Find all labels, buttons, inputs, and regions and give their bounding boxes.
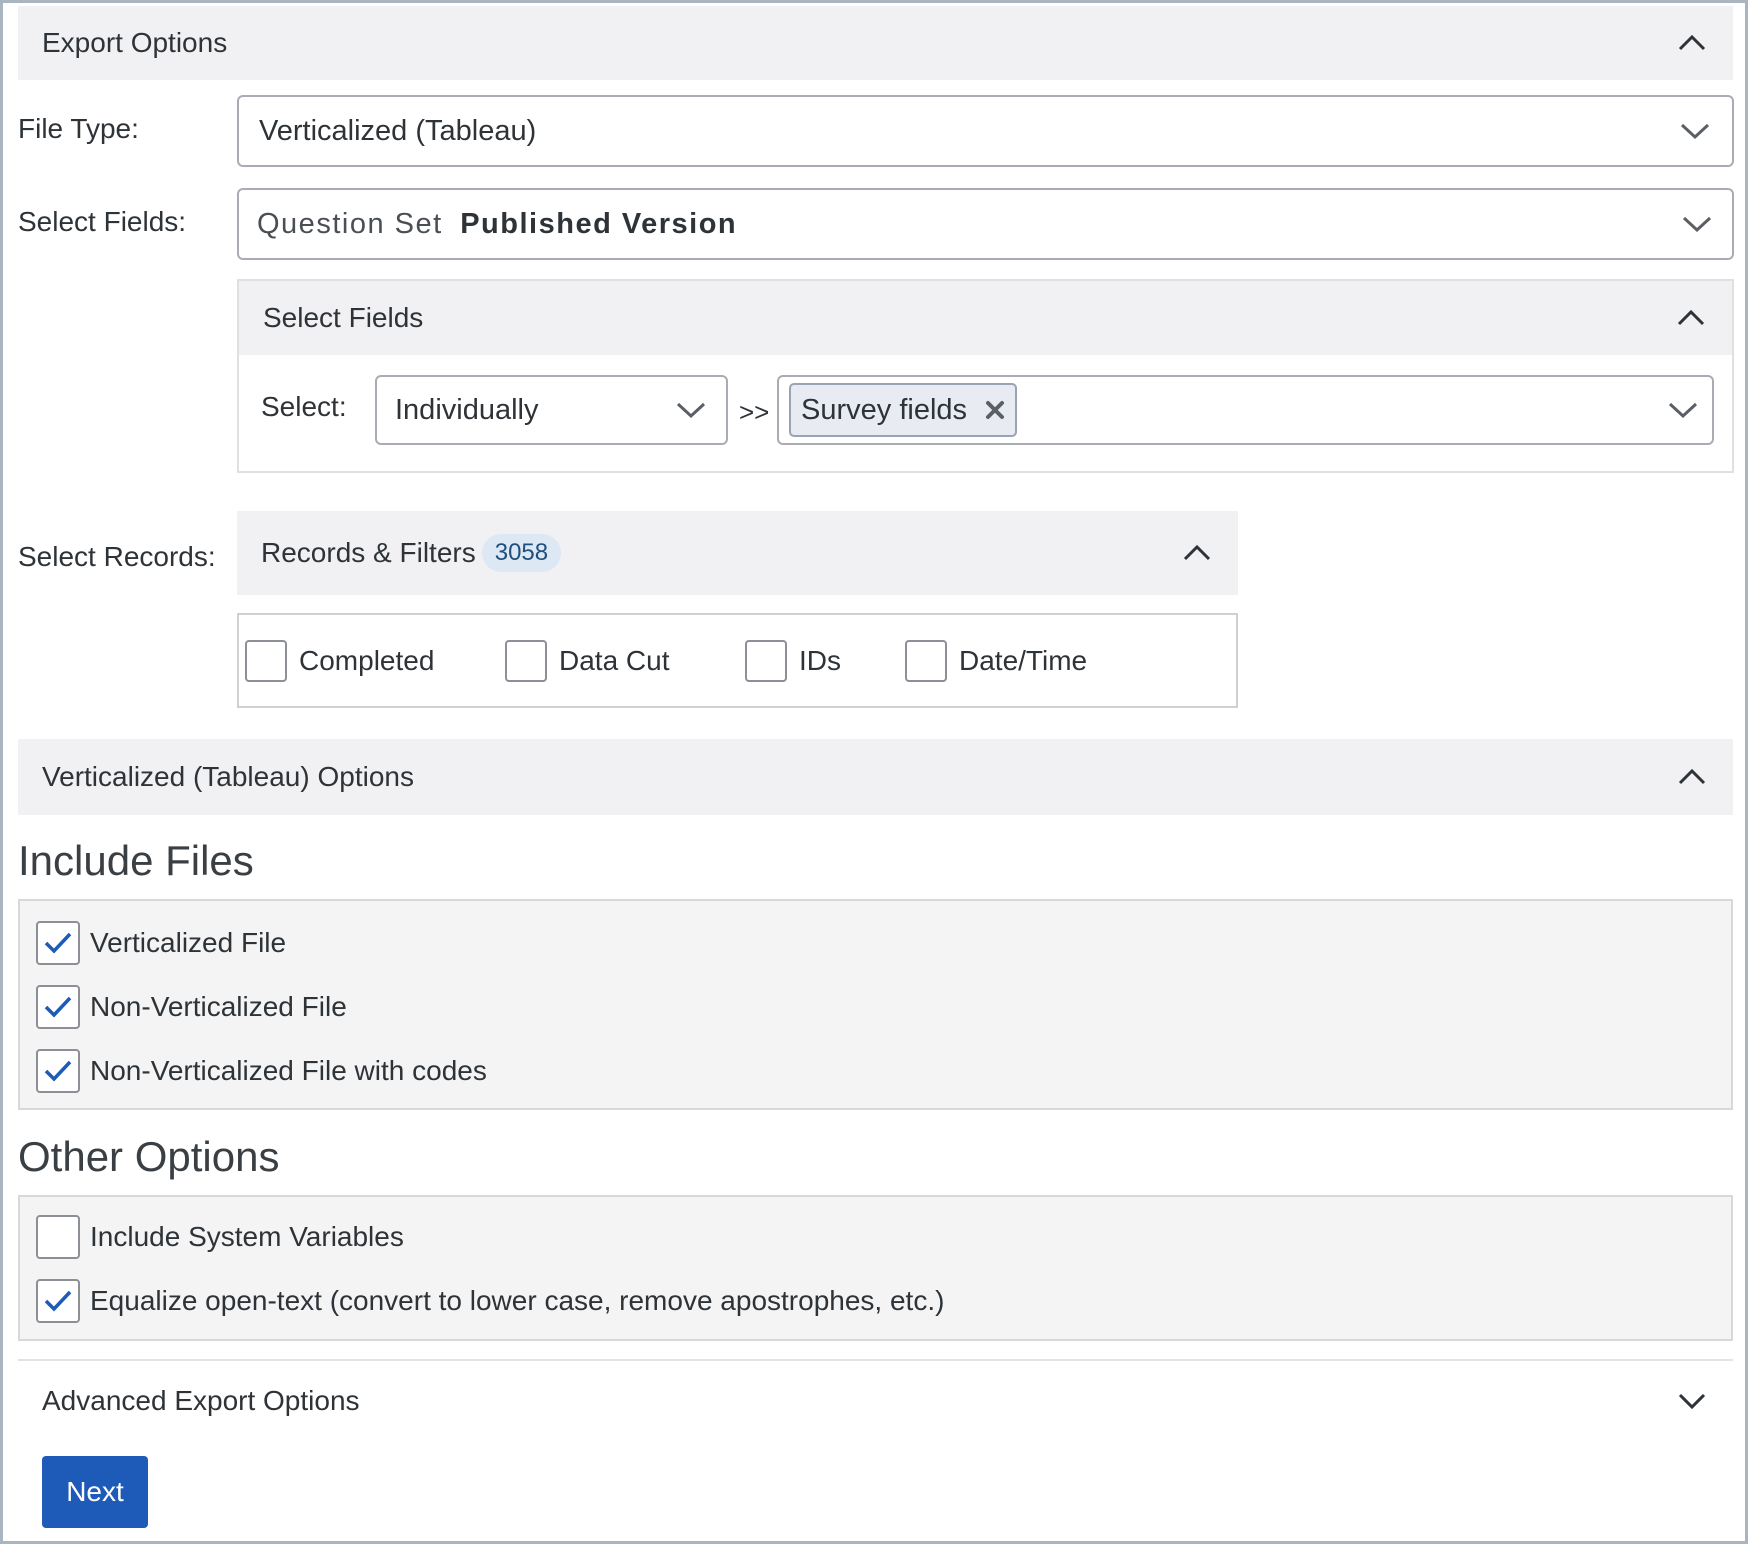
select-records-label: Select Records: bbox=[18, 541, 216, 572]
select-mode-dropdown[interactable]: Individually bbox=[375, 375, 728, 445]
advanced-options-header[interactable]: Advanced Export Options bbox=[18, 1363, 1733, 1439]
chevron-up-icon[interactable] bbox=[1674, 307, 1708, 329]
select-fields-panel-title: Select Fields bbox=[263, 302, 424, 333]
filter-date-time[interactable]: Date/Time bbox=[905, 640, 1087, 682]
filter-completed[interactable]: Completed bbox=[245, 640, 434, 682]
checkbox[interactable] bbox=[905, 640, 947, 682]
filter-completed-label: Completed bbox=[299, 645, 435, 676]
chevron-down-icon bbox=[674, 399, 708, 421]
other-options-heading: Other Options bbox=[18, 1133, 280, 1180]
include-files-box: Verticalized File Non-Verticalized File … bbox=[18, 899, 1733, 1110]
non-verticalized-codes-option[interactable]: Non-Verticalized File with codes bbox=[36, 1049, 487, 1093]
survey-fields-tag: Survey fields bbox=[789, 383, 1018, 437]
other-options-box: Include System Variables Equalize open-t… bbox=[18, 1195, 1733, 1341]
filter-data-cut[interactable]: Data Cut bbox=[505, 640, 670, 682]
non-verticalized-codes-label: Non-Verticalized File with codes bbox=[90, 1055, 487, 1086]
chevron-up-icon[interactable] bbox=[1675, 32, 1709, 54]
remove-tag-icon[interactable] bbox=[985, 400, 1005, 420]
select-fields-label: Select Fields: bbox=[18, 206, 187, 237]
non-verticalized-file-option[interactable]: Non-Verticalized File bbox=[36, 985, 347, 1029]
check-icon bbox=[44, 996, 72, 1018]
equalize-open-text-option[interactable]: Equalize open-text (convert to lower cas… bbox=[36, 1279, 944, 1323]
checkbox[interactable] bbox=[505, 640, 547, 682]
select-fields-panel: Select Fields Select: Individually >> Su… bbox=[237, 279, 1734, 473]
checkbox[interactable] bbox=[245, 640, 287, 682]
tableau-options-title: Verticalized (Tableau) Options bbox=[42, 761, 414, 792]
checkbox[interactable] bbox=[745, 640, 787, 682]
filter-date-time-label: Date/Time bbox=[959, 645, 1088, 676]
chevron-down-icon[interactable] bbox=[1675, 1390, 1709, 1412]
checkbox[interactable] bbox=[36, 1215, 80, 1259]
records-filters-title: Records & Filters bbox=[261, 537, 476, 568]
check-icon bbox=[44, 932, 72, 954]
file-type-value: Verticalized (Tableau) bbox=[259, 114, 537, 147]
survey-fields-tag-label: Survey fields bbox=[801, 393, 968, 426]
tableau-options-header[interactable]: Verticalized (Tableau) Options bbox=[18, 739, 1733, 815]
next-button[interactable]: Next bbox=[42, 1456, 148, 1528]
checkbox-checked[interactable] bbox=[36, 921, 80, 965]
chevron-up-icon[interactable] bbox=[1180, 542, 1214, 564]
file-type-select[interactable]: Verticalized (Tableau) bbox=[237, 95, 1734, 167]
export-options-header[interactable]: Export Options bbox=[18, 6, 1733, 80]
system-variables-option[interactable]: Include System Variables bbox=[36, 1215, 404, 1259]
filter-ids[interactable]: IDs bbox=[745, 640, 841, 682]
fields-multiselect[interactable]: Survey fields bbox=[777, 375, 1714, 445]
divider bbox=[18, 1359, 1733, 1361]
select-label: Select: bbox=[261, 391, 347, 422]
chevron-up-icon[interactable] bbox=[1675, 766, 1709, 788]
records-count-badge: 3058 bbox=[481, 534, 562, 572]
verticalized-file-option[interactable]: Verticalized File bbox=[36, 921, 286, 965]
check-icon bbox=[44, 1290, 72, 1312]
export-options-title: Export Options bbox=[42, 27, 228, 58]
verticalized-file-label: Verticalized File bbox=[90, 927, 287, 958]
select-fields-select[interactable]: Question Set Published Version bbox=[237, 188, 1734, 260]
system-variables-label: Include System Variables bbox=[90, 1221, 404, 1252]
include-files-heading: Include Files bbox=[18, 837, 254, 884]
chevron-down-icon bbox=[1678, 120, 1712, 142]
check-icon bbox=[44, 1060, 72, 1082]
equalize-open-text-label: Equalize open-text (convert to lower cas… bbox=[90, 1285, 945, 1316]
checkbox-checked[interactable] bbox=[36, 1049, 80, 1093]
arrow-separator: >> bbox=[739, 397, 770, 427]
checkbox-checked[interactable] bbox=[36, 1279, 80, 1323]
select-fields-panel-header[interactable]: Select Fields bbox=[239, 281, 1732, 355]
checkbox-checked[interactable] bbox=[36, 985, 80, 1029]
chevron-down-icon bbox=[1666, 399, 1700, 421]
export-panel: Export Options File Type: Verticalized (… bbox=[0, 0, 1748, 1544]
filter-data-cut-label: Data Cut bbox=[559, 645, 670, 676]
chevron-down-icon bbox=[1680, 213, 1714, 235]
question-set-value: Published Version bbox=[460, 207, 738, 240]
question-set-prefix: Question Set bbox=[257, 207, 443, 240]
non-verticalized-file-label: Non-Verticalized File bbox=[90, 991, 347, 1022]
select-mode-value: Individually bbox=[395, 393, 539, 426]
records-filters-header[interactable]: Records & Filters 3058 bbox=[237, 511, 1238, 595]
records-filters-panel: Completed Data Cut IDs Date/Time bbox=[237, 613, 1238, 708]
advanced-options-title: Advanced Export Options bbox=[42, 1385, 360, 1416]
file-type-label: File Type: bbox=[18, 113, 139, 144]
filter-ids-label: IDs bbox=[799, 645, 841, 676]
